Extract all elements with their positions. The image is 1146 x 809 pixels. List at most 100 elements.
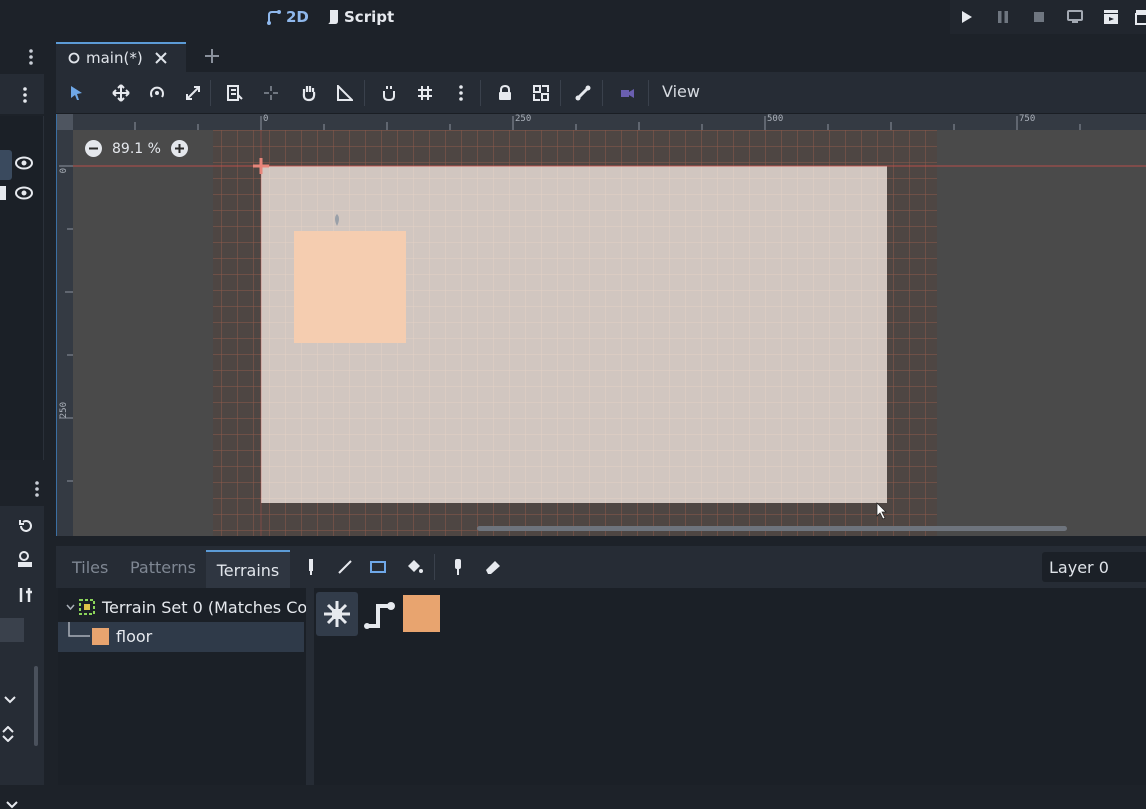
- view-menu[interactable]: View: [662, 82, 700, 101]
- toolbar-separator: [560, 80, 561, 106]
- path-icon: [364, 598, 396, 630]
- grid-snap-button[interactable]: [412, 81, 438, 105]
- terrain-row-floor[interactable]: floor: [58, 622, 304, 652]
- kebab-menu-icon: [458, 84, 464, 102]
- terrain-mode-connect[interactable]: [316, 592, 358, 636]
- dock-menu-icon[interactable]: [34, 480, 40, 498]
- ruler-vertical[interactable]: 0 250: [57, 130, 73, 536]
- tools-icon[interactable]: [18, 586, 34, 604]
- updown-arrows-icon[interactable]: [2, 726, 14, 742]
- group-icon: [533, 85, 549, 101]
- select-mode-button[interactable]: [64, 81, 90, 105]
- zoom-level[interactable]: 89.1 %: [112, 141, 161, 157]
- scene-tree-row-selected[interactable]: [0, 150, 12, 180]
- bucket-tool-button[interactable]: [401, 555, 427, 579]
- zoom-controls: 89.1 %: [85, 140, 188, 157]
- play-custom-scene-button[interactable]: [1130, 6, 1146, 28]
- rotate-icon: [148, 84, 166, 102]
- pin-icon: [307, 558, 315, 576]
- zoom-in-button[interactable]: [170, 140, 188, 157]
- tab-main-scene[interactable]: main(*): [56, 42, 186, 72]
- inspector-header: [0, 474, 44, 504]
- stop-button[interactable]: [1026, 6, 1052, 28]
- ruler-label: 250: [515, 114, 532, 124]
- horizontal-scrollbar[interactable]: [477, 526, 1067, 531]
- smart-snap-button[interactable]: [376, 81, 402, 105]
- unsaved-dot-icon: [68, 52, 80, 64]
- tab-terrains[interactable]: Terrains: [206, 550, 290, 588]
- workspace-2d-button[interactable]: 2D: [266, 6, 309, 28]
- tab-patterns[interactable]: Patterns: [130, 558, 196, 577]
- terrain-set-label: Terrain Set 0 (Matches Corn: [102, 597, 324, 617]
- remote-debug-button[interactable]: [1062, 6, 1088, 28]
- list-select-icon: [227, 85, 243, 101]
- toolbar-separator: [480, 80, 481, 106]
- tab-label: main(*): [86, 49, 143, 67]
- pivot-icon: [263, 85, 279, 101]
- terrain-set-row[interactable]: Terrain Set 0 (Matches Corn: [58, 592, 324, 622]
- inspector-field[interactable]: [0, 618, 24, 642]
- lock-button[interactable]: [492, 81, 518, 105]
- run-controls: [950, 0, 1146, 34]
- workspace-script-label: Script: [344, 8, 395, 26]
- rectangle-icon: [370, 561, 386, 573]
- canvas-drawing[interactable]: [73, 130, 1146, 536]
- toolbar-separator: [364, 80, 365, 106]
- pivot-mode-button[interactable]: [258, 81, 284, 105]
- dock-menu-icon[interactable]: [28, 48, 34, 66]
- list-select-button[interactable]: [222, 81, 248, 105]
- visibility-eye-icon[interactable]: [15, 186, 33, 200]
- line-tool-button[interactable]: [332, 555, 358, 579]
- pause-button[interactable]: [990, 6, 1016, 28]
- inspector-scrollbar[interactable]: [34, 666, 38, 746]
- eraser-button[interactable]: [480, 555, 506, 579]
- history-icon[interactable]: [18, 518, 34, 534]
- rotate-mode-button[interactable]: [144, 81, 170, 105]
- move-mode-button[interactable]: [108, 81, 134, 105]
- paint-bucket-icon: [405, 559, 423, 575]
- camera-override-button[interactable]: [614, 81, 640, 105]
- ruler-label: 250: [59, 402, 69, 419]
- snap-options-button[interactable]: [448, 81, 474, 105]
- line-icon: [338, 560, 352, 574]
- toolbar-separator: [210, 80, 211, 106]
- add-scene-tab-button[interactable]: [200, 44, 224, 68]
- panel-divider[interactable]: [306, 588, 314, 785]
- ruler-label: 500: [767, 114, 784, 124]
- scene-menu-icon[interactable]: [22, 86, 28, 104]
- play-button[interactable]: [954, 6, 980, 28]
- eyedropper-button[interactable]: [445, 555, 471, 579]
- canvas-viewport[interactable]: 0 250 500 750 0 250 89.1 %: [56, 114, 1146, 536]
- move-arrows-icon: [112, 84, 130, 102]
- skeleton-options-button[interactable]: [570, 81, 596, 105]
- terrain-color-swatch: [92, 628, 109, 645]
- visibility-eye-icon[interactable]: [15, 156, 33, 170]
- terrain-tiles-panel: [314, 588, 1146, 785]
- chevron-down-icon[interactable]: [66, 604, 75, 610]
- rect-tool-button[interactable]: [365, 555, 391, 579]
- ruler-horizontal[interactable]: 0 250 500 750: [73, 114, 1146, 130]
- terrain-mode-path[interactable]: [364, 594, 398, 634]
- ruler-mode-button[interactable]: [332, 81, 358, 105]
- bone-icon: [575, 85, 591, 101]
- doc-search-icon[interactable]: [16, 550, 34, 568]
- zoom-out-button[interactable]: [85, 140, 102, 157]
- eraser-icon: [485, 559, 501, 575]
- picker-tool-button[interactable]: [298, 555, 324, 579]
- ruler-label: 0: [59, 168, 69, 174]
- ruler-icon: [337, 85, 353, 101]
- chevron-down-icon[interactable]: [6, 801, 18, 809]
- scale-mode-button[interactable]: [180, 81, 206, 105]
- terrain-tile-floor[interactable]: [403, 595, 440, 632]
- pan-mode-button[interactable]: [296, 81, 322, 105]
- toolbar-separator: [602, 80, 603, 106]
- chevron-down-icon[interactable]: [4, 696, 16, 704]
- layer-select[interactable]: Layer 0: [1042, 552, 1146, 582]
- terrain-set-icon: [79, 599, 95, 615]
- group-button[interactable]: [528, 81, 554, 105]
- workspace-script-button[interactable]: Script: [326, 6, 394, 28]
- close-icon[interactable]: [154, 52, 167, 64]
- ruler-label: 0: [263, 114, 269, 124]
- tab-tiles[interactable]: Tiles: [72, 558, 108, 577]
- play-scene-button[interactable]: [1098, 6, 1124, 28]
